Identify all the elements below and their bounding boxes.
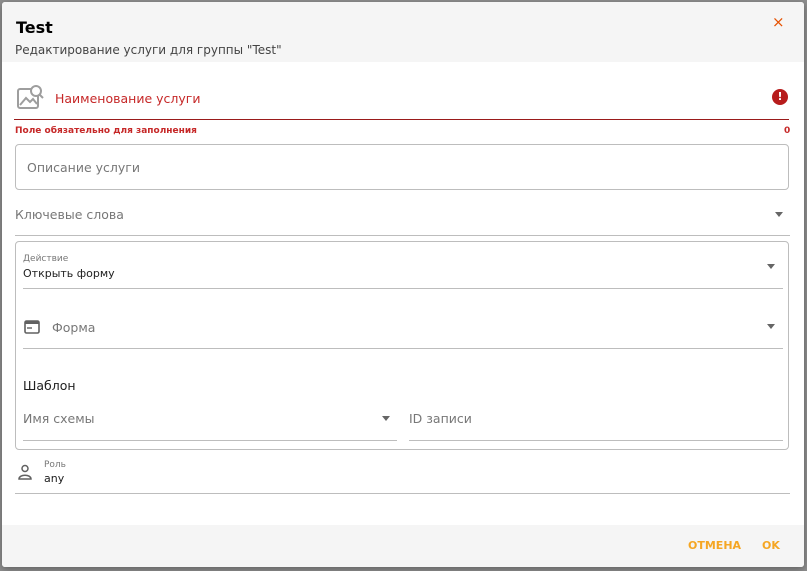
- dialog-header: Test Редактирование услуги для группы "T…: [2, 2, 804, 62]
- service-name-error: Поле обязательно для заполнения: [15, 126, 197, 136]
- dialog-subtitle: Редактирование услуги для группы "Test": [15, 43, 282, 57]
- form-underline: [23, 348, 783, 349]
- service-name-underline: [14, 119, 789, 120]
- action-value: Открыть форму: [23, 267, 115, 280]
- role-underline: [15, 493, 790, 494]
- service-name-label: Наименование услуги: [55, 91, 201, 106]
- dialog-footer: ОТМЕНА OK: [2, 525, 804, 567]
- scheme-name-underline: [23, 440, 397, 441]
- scheme-name-placeholder: Имя схемы: [23, 411, 95, 426]
- keywords-placeholder: Ключевые слова: [15, 207, 124, 222]
- chevron-down-icon[interactable]: [382, 416, 390, 421]
- description-input[interactable]: Описание услуги: [15, 144, 789, 190]
- ok-button[interactable]: OK: [762, 539, 780, 552]
- action-label: Действие: [23, 254, 69, 264]
- chevron-down-icon[interactable]: [767, 324, 775, 329]
- action-underline: [23, 288, 783, 289]
- record-id-placeholder: ID записи: [409, 411, 472, 426]
- chevron-down-icon[interactable]: [775, 212, 783, 217]
- image-search-icon[interactable]: [16, 84, 44, 112]
- role-label: Роль: [44, 460, 66, 470]
- close-icon[interactable]: ×: [772, 13, 785, 31]
- action-section: Действие Открыть форму Форма Шаблон Имя …: [15, 241, 789, 450]
- dialog-title: Test: [16, 18, 53, 37]
- char-counter: 0: [784, 126, 791, 136]
- description-placeholder: Описание услуги: [27, 160, 140, 175]
- form-placeholder: Форма: [52, 320, 96, 335]
- form-icon: [24, 320, 40, 334]
- cancel-button[interactable]: ОТМЕНА: [688, 539, 741, 552]
- chevron-down-icon[interactable]: [767, 264, 775, 269]
- role-value: any: [44, 472, 65, 485]
- template-title: Шаблон: [23, 378, 76, 393]
- record-id-underline: [409, 440, 783, 441]
- keywords-underline: [15, 235, 790, 236]
- person-icon: [18, 464, 32, 480]
- edit-service-dialog: Test Редактирование услуги для группы "T…: [2, 2, 804, 567]
- error-icon: !: [772, 89, 788, 105]
